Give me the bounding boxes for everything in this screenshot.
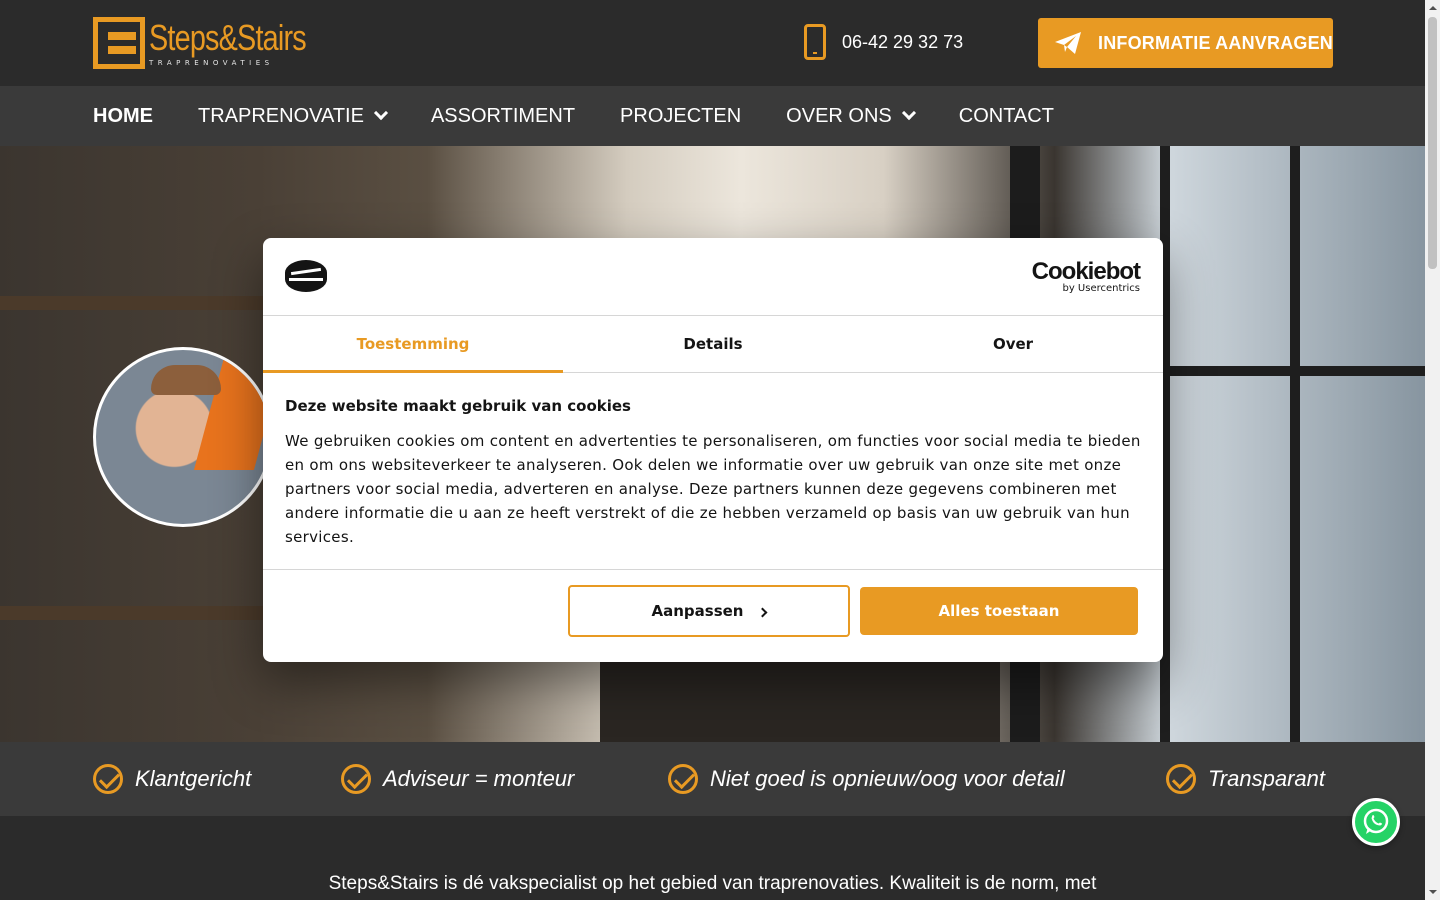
cookie-dialog-footer: Aanpassen Alles toestaan <box>263 570 1163 662</box>
main-nav: HOME TRAPRENOVATIE ASSORTIMENT PROJECTEN… <box>0 86 1425 146</box>
chevron-down-icon <box>901 105 916 121</box>
allow-all-label: Alles toestaan <box>938 602 1060 620</box>
customize-label: Aanpassen <box>651 602 744 620</box>
logo-mark-icon <box>93 17 145 69</box>
whatsapp-button[interactable] <box>1352 798 1400 846</box>
cookie-description: We gebruiken cookies om content en adver… <box>285 432 1141 546</box>
paper-plane-icon <box>1055 32 1081 54</box>
allow-all-button[interactable]: Alles toestaan <box>860 587 1138 635</box>
scrollbar-thumb[interactable] <box>1428 17 1437 269</box>
nav-item-over-ons[interactable]: OVER ONS <box>786 104 916 128</box>
usp-label: Adviseur = monteur <box>383 766 575 791</box>
customize-button[interactable]: Aanpassen <box>568 585 850 637</box>
nav-item-contact[interactable]: CONTACT <box>959 105 1054 128</box>
usp-item: Transparant <box>1166 742 1325 816</box>
usp-label: Transparant <box>1208 766 1325 791</box>
scroll-down-arrow-icon[interactable] <box>1425 885 1440 900</box>
cookie-tabs: Toestemming Details Over <box>263 316 1163 373</box>
nav-item-label: CONTACT <box>958 104 1054 127</box>
usp-label: Klantgericht <box>135 766 252 791</box>
usp-label: Niet goed is opnieuw/oog voor detail <box>710 766 1065 791</box>
logo-tagline: TRAPRENOVATIES <box>149 59 274 67</box>
nav-item-label: ASSORTIMENT <box>430 104 576 127</box>
cookie-dialog-header: Cookiebot by Usercentrics <box>263 238 1163 316</box>
whatsapp-icon <box>1363 808 1389 834</box>
nav-item-label: PROJECTEN <box>620 104 742 127</box>
cookiebot-name: Cookiebot <box>1031 258 1141 285</box>
hero-window-frame <box>1160 146 1425 742</box>
check-circle-icon <box>1166 764 1196 794</box>
usp-bar: Klantgericht Adviseur = monteur Niet goe… <box>0 742 1425 816</box>
usp-item: Niet goed is opnieuw/oog voor detail <box>668 742 1065 816</box>
page-scrollbar[interactable] <box>1425 0 1440 900</box>
cookiebot-logo[interactable]: Cookiebot by Usercentrics <box>1031 258 1141 295</box>
cookie-title: Deze website maakt gebruik van cookies <box>285 397 631 415</box>
tab-over[interactable]: Over <box>863 316 1163 372</box>
usp-item: Adviseur = monteur <box>341 742 574 816</box>
check-circle-icon <box>93 764 123 794</box>
tab-details[interactable]: Details <box>563 316 863 372</box>
nav-item-label: TRAPRENOVATIE <box>198 104 364 127</box>
check-circle-icon <box>668 764 698 794</box>
nav-item-home[interactable]: HOME <box>93 105 153 128</box>
nav-item-label: OVER ONS <box>786 104 892 127</box>
chevron-right-icon <box>758 607 768 617</box>
scroll-up-arrow-icon[interactable] <box>1425 0 1440 15</box>
smartphone-icon <box>804 24 826 60</box>
request-info-label: INFORMATIE AANVRAGEN <box>1098 32 1333 53</box>
nav-item-projecten[interactable]: PROJECTEN <box>620 105 741 128</box>
cookie-dialog-body: Deze website maakt gebruik van cookies W… <box>263 373 1163 570</box>
check-circle-icon <box>341 764 371 794</box>
nav-item-assortiment[interactable]: ASSORTIMENT <box>431 105 575 128</box>
tab-toestemming[interactable]: Toestemming <box>263 316 563 373</box>
nav-item-traprenovatie[interactable]: TRAPRENOVATIE <box>198 104 389 128</box>
site-logo-icon <box>285 260 327 292</box>
request-info-button[interactable]: INFORMATIE AANVRAGEN <box>1038 18 1333 68</box>
usp-item: Klantgericht <box>93 742 251 816</box>
cookie-consent-dialog: Cookiebot by Usercentrics Toestemming De… <box>263 238 1163 662</box>
chevron-down-icon <box>373 105 389 121</box>
intro-section: Steps&Stairs is dé vakspecialist op het … <box>0 816 1425 900</box>
advisor-avatar <box>93 347 273 527</box>
site-logo[interactable]: Steps&Stairs TRAPRENOVATIES <box>93 16 345 70</box>
site-header: Steps&Stairs TRAPRENOVATIES 06-42 29 32 … <box>0 0 1425 86</box>
phone-number: 06-42 29 32 73 <box>842 31 964 52</box>
intro-text: Steps&Stairs is dé vakspecialist op het … <box>328 873 1097 894</box>
nav-item-label: HOME <box>93 104 153 127</box>
logo-name: Steps&Stairs <box>149 17 307 58</box>
phone-link[interactable]: 06-42 29 32 73 <box>804 24 963 60</box>
